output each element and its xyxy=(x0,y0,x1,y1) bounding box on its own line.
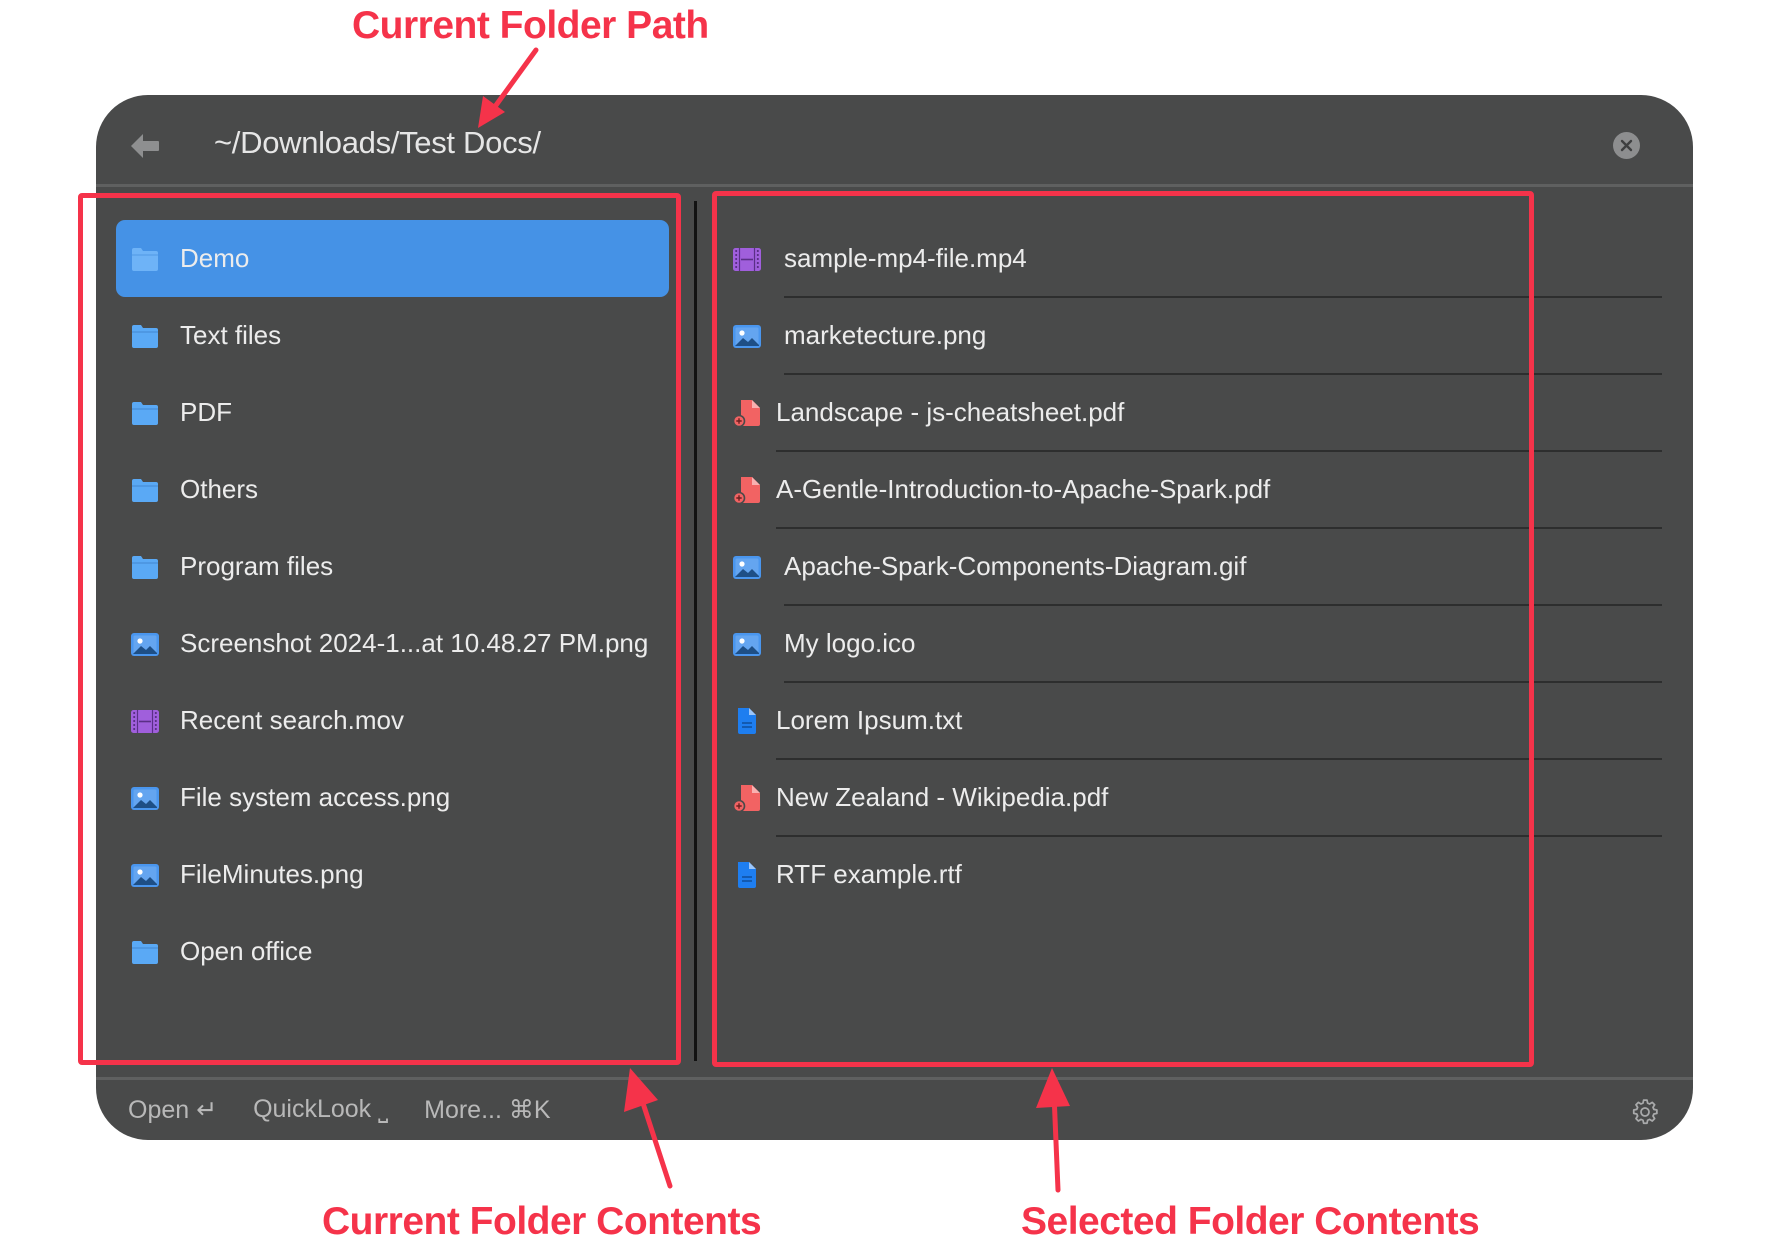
arrow-to-path xyxy=(478,47,539,128)
annotation-arrows xyxy=(478,47,1070,1193)
arrow-to-current-contents xyxy=(624,1068,673,1189)
arrow-to-selected-contents xyxy=(1036,1068,1070,1193)
